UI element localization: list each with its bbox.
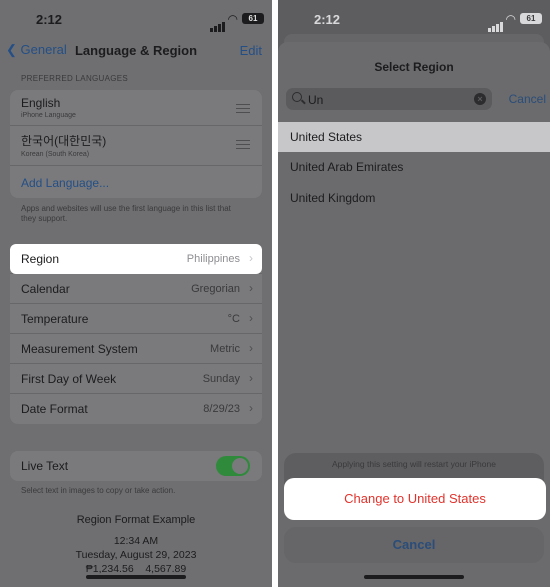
example-numbers: ₱1,234.56 4,567.89 [85, 563, 187, 575]
page-title: Language & Region [74, 43, 198, 58]
language-row-korean[interactable]: 한국어(대한민국) Korean (South Korea) [10, 126, 262, 166]
language-region-screen: 2:12 ◠ 61 ❮ General Language & Region Ed… [0, 0, 272, 587]
region-label: Region [21, 252, 60, 266]
search-value: Un [308, 93, 324, 107]
example-time: 12:34 AM [113, 535, 159, 547]
settings-row-label: Temperature [21, 312, 89, 326]
settings-row-label: Calendar [21, 282, 70, 296]
live-text-label: Live Text [21, 459, 69, 473]
action-sheet-cancel-button[interactable]: Cancel [284, 527, 544, 563]
status-time: 2:12 [36, 12, 63, 27]
settings-row-value: 8/29/23 [203, 403, 240, 415]
clear-icon[interactable]: × [474, 93, 486, 105]
languages-card: English iPhone Language 한국어(대한민국) Korean… [10, 90, 262, 198]
language-name: English [21, 96, 61, 110]
wifi-icon: ◠ [505, 12, 516, 26]
signal-icon [488, 14, 504, 32]
live-text-footnote: Select text in images to copy or take ac… [21, 486, 176, 495]
live-text-card: Live Text [10, 451, 262, 481]
settings-row-calendar[interactable]: Calendar Gregorian › [10, 274, 262, 304]
battery-icon: 61 [242, 13, 264, 24]
settings-row-first-day[interactable]: First Day of Week Sunday › [10, 364, 262, 394]
change-region-button[interactable]: Change to United States [284, 478, 546, 520]
battery-icon: 61 [520, 13, 542, 24]
result-label: United States [290, 130, 363, 144]
settings-row-measurement[interactable]: Measurement System Metric › [10, 334, 262, 364]
settings-row-date-format[interactable]: Date Format 8/29/23 › [10, 394, 262, 424]
region-value: Philippines [186, 253, 240, 265]
chevron-right-icon: › [249, 401, 253, 415]
status-bar: 2:12 ◠ 61 [0, 0, 272, 38]
sheet-title: Select Region [374, 60, 454, 74]
example-date: Tuesday, August 29, 2023 [75, 549, 197, 561]
search-input[interactable]: Un × [286, 88, 492, 110]
languages-footnote: Apps and websites will use the first lan… [21, 204, 231, 223]
result-label: United Kingdom [290, 191, 376, 205]
signal-icon [210, 14, 226, 32]
settings-row-value: Metric [210, 343, 240, 355]
language-row-english[interactable]: English iPhone Language [10, 90, 262, 126]
chevron-right-icon: › [249, 251, 253, 265]
settings-row-live-text: Live Text [10, 451, 262, 481]
chevron-right-icon: › [249, 341, 253, 355]
status-bar: 2:12 ◠ 61 [278, 0, 550, 38]
status-time: 2:12 [314, 12, 341, 27]
settings-row-label: Date Format [21, 402, 88, 416]
navigation-bar: ❮ General Language & Region Edit [0, 38, 272, 66]
home-indicator [86, 575, 186, 579]
language-name: 한국어(대한민국) [21, 134, 107, 148]
region-format-example-title: Region Format Example [76, 514, 196, 526]
result-row-united-states[interactable]: United States [278, 122, 550, 152]
settings-row-temperature[interactable]: Temperature °C › [10, 304, 262, 334]
settings-row-label: First Day of Week [21, 372, 117, 386]
result-row-united-kingdom[interactable]: United Kingdom [278, 183, 550, 213]
home-indicator [364, 575, 464, 579]
result-label: United Arab Emirates [290, 160, 404, 174]
search-icon [292, 92, 302, 102]
region-row-highlighted[interactable]: Region Philippines › [10, 244, 262, 274]
result-row-uae[interactable]: United Arab Emirates [278, 152, 550, 182]
language-subtitle: Korean (South Korea) [21, 151, 90, 158]
reorder-handle-icon[interactable] [236, 104, 250, 116]
edit-button[interactable]: Edit [240, 43, 262, 58]
live-text-toggle[interactable] [216, 456, 250, 476]
settings-row-label: Measurement System [21, 342, 138, 356]
chevron-right-icon: › [249, 311, 253, 325]
search-cancel-button[interactable]: Cancel [509, 92, 546, 106]
language-subtitle: iPhone Language [21, 112, 76, 119]
settings-row-value: Sunday [202, 373, 240, 385]
settings-row-value: °C [227, 313, 240, 325]
add-language-button[interactable]: Add Language... [10, 166, 262, 198]
settings-row-value: Gregorian [191, 283, 240, 295]
preferred-languages-header: PREFERRED LANGUAGES [21, 74, 129, 83]
action-sheet-message: Applying this setting will restart your … [332, 459, 496, 469]
reorder-handle-icon[interactable] [236, 140, 250, 152]
chevron-right-icon: › [249, 281, 253, 295]
wifi-icon: ◠ [227, 12, 238, 26]
chevron-right-icon: › [249, 371, 253, 385]
